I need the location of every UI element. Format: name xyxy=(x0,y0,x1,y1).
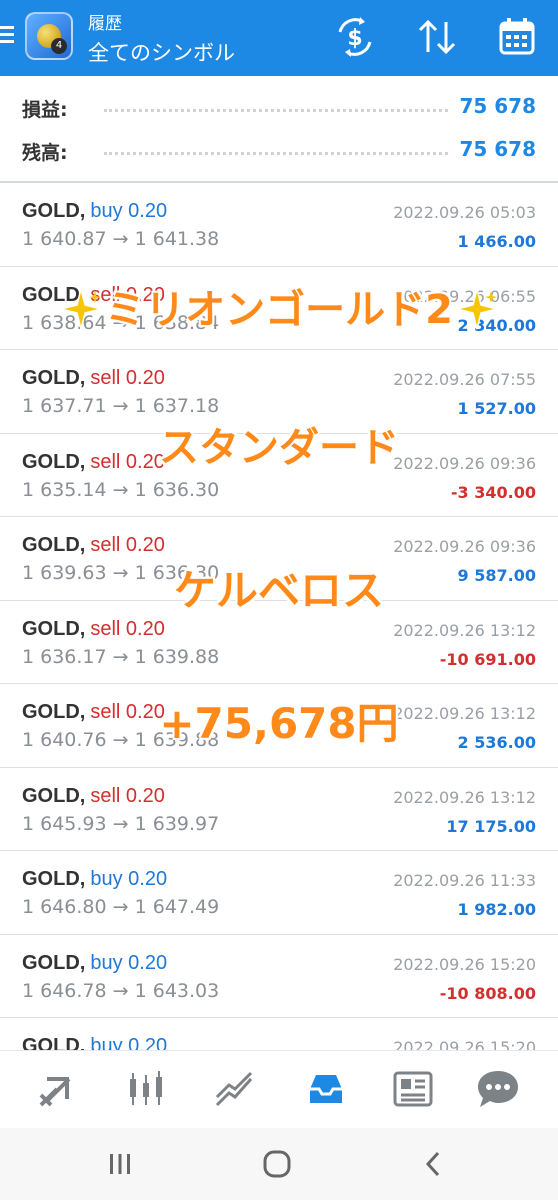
dotted-leader xyxy=(104,109,448,112)
deal-prices: 1 635.14 → 1 636.30 xyxy=(22,478,220,501)
deal-prices: 1 645.93 → 1 639.97 xyxy=(22,812,220,835)
system-navigation-bar xyxy=(0,1128,558,1200)
deal-symbol: GOLD, sell 0.20 xyxy=(22,534,165,557)
deal-profit: -10 691.00 xyxy=(439,649,536,669)
deal-time: 2022.09.26 11:33 xyxy=(393,871,536,890)
deal-time: 2022.09.26 13:12 xyxy=(393,787,536,807)
deal-row[interactable]: GOLD, sell 0.20 1 645.93 → 1 639.97 2022.09… xyxy=(0,768,558,851)
deal-prices: 1 636.17 → 1 639.88 xyxy=(22,645,220,668)
symbol-filter[interactable]: 全てのシンボル xyxy=(88,37,235,67)
home-icon[interactable] xyxy=(257,1144,297,1184)
deal-row[interactable]: GOLD, buy 0.20 1 646.78 → 1 643.03 2022.09.… xyxy=(0,935,558,1018)
deal-profit: -3 340.00 xyxy=(450,482,536,502)
overlay-title-line: ミリオンゴールド2 xyxy=(0,277,558,335)
deal-type: sell 0.20 xyxy=(90,617,165,640)
balance-label: 残高: xyxy=(22,142,68,164)
svg-text:$: $ xyxy=(347,26,362,51)
deal-symbol-name: GOLD, xyxy=(22,367,86,389)
overlay-line-4: +75,678円 xyxy=(159,699,399,748)
deal-symbol-name: GOLD, xyxy=(22,200,86,222)
back-icon[interactable] xyxy=(414,1144,454,1184)
deal-type: buy 0.20 xyxy=(90,1035,168,1051)
deal-row[interactable]: GOLD, buy 0.20 1 640.87 → 1 641.38 2022.09.… xyxy=(0,183,558,267)
chart-candles-icon[interactable] xyxy=(122,1065,170,1113)
chat-icon[interactable] xyxy=(474,1065,522,1113)
deal-prices: 1 637.71 → 1 637.18 xyxy=(22,395,220,417)
sparkle-icon xyxy=(60,288,102,330)
currency-icon[interactable]: $ xyxy=(332,14,378,60)
deal-profit: 1 982.00 xyxy=(457,900,536,919)
deal-symbol: GOLD, buy 0.20 xyxy=(22,200,167,223)
deal-prices: 1 646.78 → 1 643.03 xyxy=(22,979,220,1002)
deal-time: 2022.09.26 07:55 xyxy=(393,370,536,389)
deal-prices: 1 646.80 → 1 647.49 xyxy=(22,896,220,918)
deal-symbol-name: GOLD, xyxy=(22,534,86,556)
deal-symbol-name: GOLD, xyxy=(22,617,86,640)
overlay-line-1: ミリオンゴールド2 xyxy=(105,287,453,333)
sparkle-icon xyxy=(456,288,498,330)
calendar-icon[interactable] xyxy=(494,14,540,60)
deal-symbol: GOLD, buy 0.20 xyxy=(22,868,167,891)
trade-icon[interactable] xyxy=(33,1065,81,1113)
deal-profit: 17 175.00 xyxy=(446,816,536,836)
overlay-line-3: ケルベロス xyxy=(173,566,384,615)
history-inbox-icon[interactable] xyxy=(302,1065,350,1113)
deal-prices: 1 640.87 → 1 641.38 xyxy=(22,228,220,250)
deal-type: sell 0.20 xyxy=(90,534,165,556)
recent-apps-icon[interactable] xyxy=(100,1144,140,1184)
balance-value: 75 678 xyxy=(459,137,536,161)
deal-time: 2022.09.26 09:36 xyxy=(393,537,536,556)
deal-type: buy 0.20 xyxy=(90,200,168,222)
app-icon: 4 xyxy=(25,12,73,60)
deal-type: sell 0.20 xyxy=(90,367,165,389)
page-title: 履歴 xyxy=(88,14,122,34)
bottom-navigation xyxy=(0,1050,558,1128)
deal-row[interactable]: GOLD, buy 0.20 2022.09.26 15:20 xyxy=(0,1018,558,1051)
deal-symbol: GOLD, buy 0.20 xyxy=(22,1035,167,1051)
app-header: 4 履歴 全てのシンボル $ xyxy=(0,0,558,76)
deal-time: 2022.09.26 15:20 xyxy=(393,954,536,974)
deal-row[interactable]: GOLD, buy 0.20 1 646.80 → 1 647.49 2022.09.… xyxy=(0,851,558,935)
deal-symbol: GOLD, sell 0.20 xyxy=(22,785,165,808)
profit-label: 損益: xyxy=(22,99,68,121)
menu-icon[interactable] xyxy=(0,22,16,52)
deal-symbol-name: GOLD, xyxy=(22,868,86,890)
deal-symbol: GOLD, sell 0.20 xyxy=(22,367,165,390)
summary-profit-row: 損益: 75 678 xyxy=(0,87,558,127)
deal-type: sell 0.20 xyxy=(90,784,165,807)
dotted-leader xyxy=(104,152,448,155)
summary-balance-row: 残高: 75 678 xyxy=(0,130,558,170)
deal-type: buy 0.20 xyxy=(90,951,168,974)
news-icon[interactable] xyxy=(389,1065,437,1113)
sort-icon[interactable] xyxy=(414,14,460,60)
deal-symbol: GOLD, sell 0.20 xyxy=(22,618,165,641)
deal-symbol-name: GOLD, xyxy=(22,951,86,974)
deal-profit: 1 466.00 xyxy=(457,232,536,251)
deal-symbol-name: GOLD, xyxy=(22,784,86,807)
deal-profit: -10 808.00 xyxy=(439,983,536,1003)
deal-symbol: GOLD, buy 0.20 xyxy=(22,952,167,975)
profit-value: 75 678 xyxy=(459,94,536,118)
deal-symbol-name: GOLD, xyxy=(22,1035,86,1051)
deal-type: buy 0.20 xyxy=(90,868,168,890)
chart-line-icon[interactable] xyxy=(211,1065,259,1113)
deal-time: 2022.09.26 13:12 xyxy=(393,620,536,640)
deal-time: 2022.09.26 05:03 xyxy=(393,203,536,222)
overlay-line-2: スタンダード xyxy=(159,425,399,471)
